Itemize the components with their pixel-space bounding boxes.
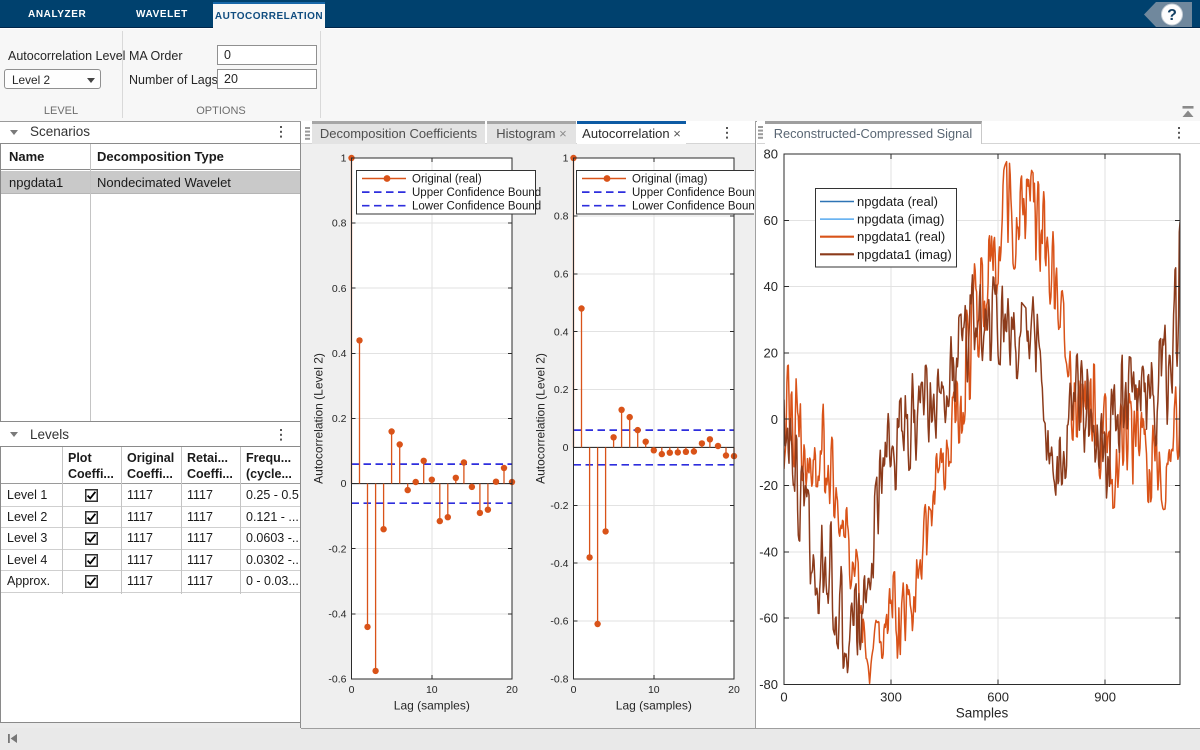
svg-text:0.2: 0.2 [332, 413, 347, 425]
svg-text:0.6: 0.6 [332, 283, 347, 295]
svg-text:-20: -20 [759, 478, 778, 493]
svg-text:0.8: 0.8 [554, 211, 569, 223]
svg-text:900: 900 [1094, 690, 1116, 705]
svg-text:20: 20 [764, 345, 778, 360]
svg-text:-0.4: -0.4 [550, 558, 568, 570]
svg-text:Lower Confidence Bound: Lower Confidence Bound [412, 201, 541, 213]
svg-text:20: 20 [506, 684, 518, 696]
svg-text:Samples: Samples [956, 706, 1009, 721]
svg-text:600: 600 [987, 690, 1009, 705]
svg-text:1: 1 [341, 153, 347, 165]
svg-text:-60: -60 [759, 611, 778, 626]
svg-text:0.2: 0.2 [554, 384, 569, 396]
svg-text:Original (imag): Original (imag) [632, 174, 708, 186]
svg-text:0.4: 0.4 [332, 348, 347, 360]
svg-text:?: ? [1167, 7, 1177, 24]
svg-text:Upper Confidence Bound: Upper Confidence Bound [412, 187, 541, 199]
svg-text:40: 40 [764, 279, 778, 294]
svg-text:npgdata (real): npgdata (real) [857, 194, 938, 209]
svg-text:0: 0 [571, 684, 577, 696]
svg-text:80: 80 [764, 147, 778, 162]
svg-text:0: 0 [771, 412, 778, 427]
svg-text:-0.4: -0.4 [328, 609, 346, 621]
svg-text:0: 0 [349, 684, 355, 696]
svg-text:-0.6: -0.6 [550, 616, 568, 628]
svg-text:10: 10 [426, 684, 438, 696]
svg-text:-0.6: -0.6 [328, 674, 346, 686]
svg-text:1: 1 [563, 153, 569, 165]
svg-text:Lower Confidence Bound: Lower Confidence Bound [632, 201, 754, 213]
svg-text:-0.2: -0.2 [550, 500, 568, 512]
svg-text:-0.8: -0.8 [550, 674, 568, 686]
svg-text:0.4: 0.4 [554, 326, 569, 338]
svg-text:10: 10 [648, 684, 660, 696]
svg-text:0.6: 0.6 [554, 268, 569, 280]
svg-text:Lag (samples): Lag (samples) [616, 699, 692, 713]
svg-text:0: 0 [780, 690, 787, 705]
svg-text:0: 0 [341, 478, 347, 490]
svg-text:-0.2: -0.2 [328, 543, 346, 555]
svg-text:Original (real): Original (real) [412, 174, 482, 186]
svg-text:npgdata1 (imag): npgdata1 (imag) [857, 247, 952, 262]
svg-text:0.8: 0.8 [332, 218, 347, 230]
svg-text:300: 300 [880, 690, 902, 705]
svg-text:20: 20 [728, 684, 740, 696]
svg-text:Lag (samples): Lag (samples) [394, 699, 470, 713]
svg-text:Autocorrelation (Level 2): Autocorrelation (Level 2) [312, 353, 326, 484]
svg-text:Autocorrelation (Level 2): Autocorrelation (Level 2) [534, 353, 548, 484]
svg-text:npgdata (imag): npgdata (imag) [857, 212, 944, 227]
svg-text:Upper Confidence Bound: Upper Confidence Bound [632, 187, 754, 199]
svg-text:-80: -80 [759, 677, 778, 692]
svg-text:npgdata1 (real): npgdata1 (real) [857, 229, 945, 244]
svg-text:-40: -40 [759, 544, 778, 559]
svg-text:0: 0 [563, 442, 569, 454]
svg-text:60: 60 [764, 213, 778, 228]
